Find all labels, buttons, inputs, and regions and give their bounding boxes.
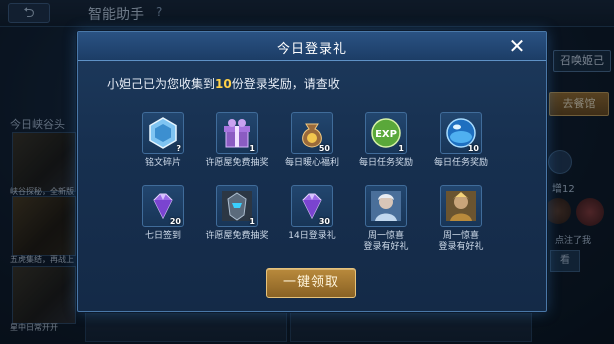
reward-slot: 50 xyxy=(291,112,333,154)
reward-slot: 1 xyxy=(216,185,258,227)
inscription-fragment-icon xyxy=(149,117,177,149)
hero-portrait-icon xyxy=(371,191,401,221)
svg-text:EXP: EXP xyxy=(375,129,397,140)
reward-label: 周一惊喜 登录有好礼 xyxy=(363,231,409,252)
claim-all-button[interactable]: 一键领取 xyxy=(266,268,356,298)
reward-quantity: 20 xyxy=(169,217,181,226)
reward-quantity: 10 xyxy=(467,144,479,153)
reward-item[interactable]: 1 许愿屋免费抽奖 xyxy=(204,112,270,169)
reward-label: 每日暖心福利 xyxy=(284,158,339,168)
intro-prefix: 小妲己已为您收集到 xyxy=(107,77,216,91)
intro-text: 小妲己已为您收集到10份登录奖励，请查收 xyxy=(107,75,340,92)
reward-slot: ? xyxy=(142,112,184,154)
intro-suffix: 份登录奖励，请查收 xyxy=(231,77,340,91)
reward-slot xyxy=(365,185,407,227)
reward-slot: EXP 1 xyxy=(365,112,407,154)
reward-quantity: 30 xyxy=(318,217,330,226)
reward-count: 10 xyxy=(215,77,232,91)
hero-portrait-icon xyxy=(446,191,476,221)
reward-quantity: 1 xyxy=(398,144,404,153)
reward-quantity: 1 xyxy=(249,144,255,153)
reward-item[interactable]: 10 每日任务奖励 xyxy=(428,112,494,169)
reward-slot: 10 xyxy=(440,112,482,154)
close-button[interactable]: ✕ xyxy=(506,35,528,57)
reward-slot: 30 xyxy=(291,185,333,227)
reward-slot: 1 xyxy=(216,112,258,154)
dialog-header: 今日登录礼 ✕ xyxy=(78,32,546,61)
close-icon: ✕ xyxy=(508,34,526,58)
reward-item[interactable]: 30 14日登录礼 xyxy=(279,185,345,242)
dialog-title: 今日登录礼 xyxy=(276,42,347,57)
reward-label: 14日登录礼 xyxy=(288,231,336,241)
reward-item[interactable]: 20 七日签到 xyxy=(130,185,196,242)
login-reward-dialog: 今日登录礼 ✕ 小妲己已为您收集到10份登录奖励，请查收 ? 铭文碎片 1 许愿… xyxy=(77,31,547,312)
reward-item[interactable]: 1 许愿屋免费抽奖 xyxy=(204,185,270,242)
reward-slot xyxy=(440,185,482,227)
reward-item[interactable]: EXP 1 每日任务奖励 xyxy=(353,112,419,169)
reward-label: 铭文碎片 xyxy=(144,158,181,168)
reward-quantity: 1 xyxy=(249,217,255,226)
reward-quantity: ? xyxy=(176,144,181,153)
reward-label: 每日任务奖励 xyxy=(358,158,413,168)
reward-label: 周一惊喜 登录有好礼 xyxy=(438,231,484,252)
reward-item[interactable]: 50 每日暖心福利 xyxy=(279,112,345,169)
reward-label: 许愿屋免费抽奖 xyxy=(205,158,269,168)
reward-label: 许愿屋免费抽奖 xyxy=(205,231,269,241)
reward-item[interactable]: 周一惊喜 登录有好礼 xyxy=(353,185,419,253)
reward-quantity: 50 xyxy=(318,144,330,153)
reward-item[interactable]: ? 铭文碎片 xyxy=(130,112,196,169)
reward-label: 七日签到 xyxy=(144,231,181,241)
reward-label: 每日任务奖励 xyxy=(433,158,488,168)
reward-item[interactable]: 周一惊喜 登录有好礼 xyxy=(428,185,494,253)
reward-slot: 20 xyxy=(142,185,184,227)
